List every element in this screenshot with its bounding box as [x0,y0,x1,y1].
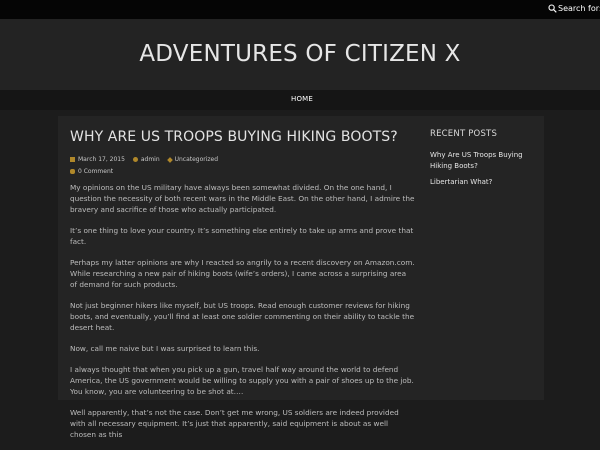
recent-post-link[interactable]: Libertarian What? [430,177,538,188]
post-title[interactable]: WHY ARE US TROOPS BUYING HIKING BOOTS? [70,129,410,145]
main-nav: HOME [0,90,600,110]
recent-posts-title: RECENT POSTS [430,129,498,139]
post-paragraph: I always thought that when you pick up a… [70,365,414,396]
recent-post-link[interactable]: Why Are US Troops Buying Hiking Boots? [430,150,538,172]
post-paragraph: Well apparently, that’s not the case. Do… [70,408,399,439]
calendar-icon [70,157,75,162]
site-header: ADVENTURES OF CITIZEN X [0,19,600,90]
post-comments[interactable]: 0 Comment [78,168,113,175]
search-form[interactable] [548,2,600,15]
nav-item-home[interactable]: HOME [291,95,313,103]
post-paragraph: Now, call me naive but I was surprised t… [70,344,260,353]
post-category[interactable]: Uncategorized [175,156,218,163]
post-paragraph: My opinions on the US military have alwa… [70,183,415,214]
site-title[interactable]: ADVENTURES OF CITIZEN X [0,41,600,67]
sidebar: RECENT POSTS Why Are US Troops Buying Hi… [430,129,538,193]
post-paragraph: It’s one thing to love your country. It’… [70,226,414,246]
content-area: WHY ARE US TROOPS BUYING HIKING BOOTS? M… [58,116,544,439]
post-author[interactable]: admin [141,156,160,163]
tag-icon [166,157,173,163]
post-paragraph: Perhaps my latter opinions are why I rea… [70,258,415,289]
user-icon [132,157,138,162]
post-body: My opinions on the US military have alwa… [70,182,415,450]
post-meta: March 17, 2015 admin Uncategorized 0 Com… [70,154,230,178]
search-icon[interactable] [548,4,557,13]
comment-icon [70,169,75,174]
post-paragraph: Not just beginner hikers like myself, bu… [70,301,415,332]
search-input[interactable] [558,2,600,15]
top-bar [0,0,600,19]
post-date[interactable]: March 17, 2015 [78,156,125,163]
